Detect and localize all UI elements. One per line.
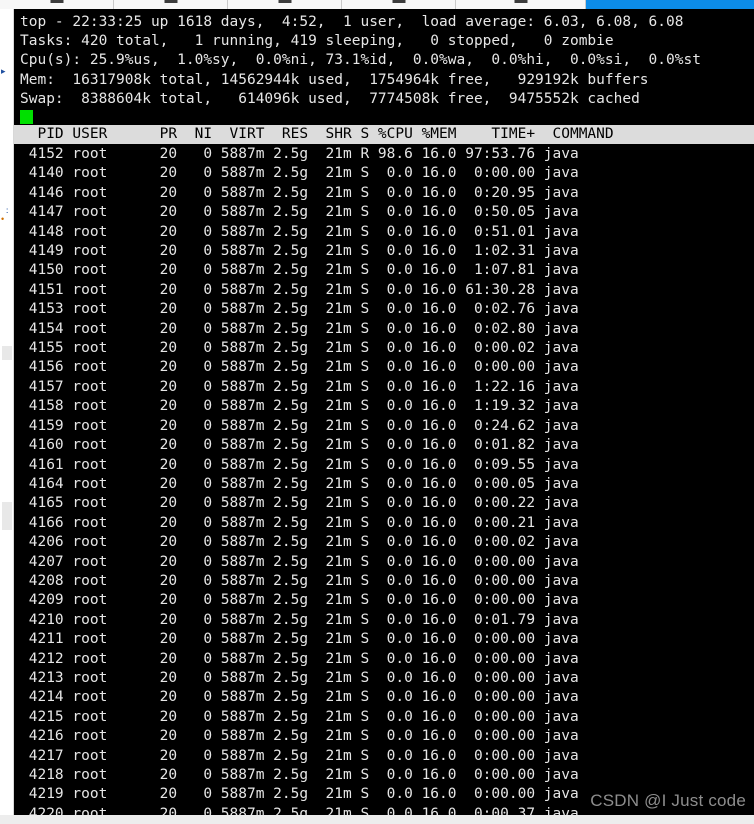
terminal-cursor (20, 110, 33, 125)
process-row[interactable]: 4158 root 20 0 5887m 2.5g 21m S 0.0 16.0… (14, 397, 754, 416)
tab-glyph-icon (392, 0, 405, 3)
process-row[interactable]: 4150 root 20 0 5887m 2.5g 21m S 0.0 16.0… (14, 261, 754, 280)
tab-glyph-icon (278, 0, 291, 3)
browser-tab-2[interactable] (114, 0, 228, 9)
page-background-bottom-strip (0, 815, 754, 824)
top-summary-area: top - 22:33:25 up 1618 days, 4:52, 1 use… (14, 9, 754, 109)
top-summary-line-cpu: Cpu(s): 25.9%us, 1.0%sy, 0.0%ni, 73.1%id… (20, 52, 701, 69)
process-row[interactable]: 4216 root 20 0 5887m 2.5g 21m S 0.0 16.0… (14, 727, 754, 746)
process-row[interactable]: 4149 root 20 0 5887m 2.5g 21m S 0.0 16.0… (14, 242, 754, 261)
process-row[interactable]: 4165 root 20 0 5887m 2.5g 21m S 0.0 16.0… (14, 494, 754, 513)
process-row[interactable]: 4210 root 20 0 5887m 2.5g 21m S 0.0 16.0… (14, 611, 754, 630)
bg-block (2, 346, 12, 360)
bg-fragment: ▸ (1, 66, 6, 76)
process-row[interactable]: 4140 root 20 0 5887m 2.5g 21m S 0.0 16.0… (14, 164, 754, 183)
browser-tab-3[interactable] (228, 0, 342, 9)
process-row[interactable]: 4166 root 20 0 5887m 2.5g 21m S 0.0 16.0… (14, 514, 754, 533)
process-row[interactable]: 4159 root 20 0 5887m 2.5g 21m S 0.0 16.0… (14, 417, 754, 436)
process-table-column-header: PID USER PR NI VIRT RES SHR S %CPU %MEM … (14, 125, 754, 145)
browser-tab-5[interactable] (456, 0, 586, 9)
process-row[interactable]: 4157 root 20 0 5887m 2.5g 21m S 0.0 16.0… (14, 378, 754, 397)
process-row[interactable]: 4148 root 20 0 5887m 2.5g 21m S 0.0 16.0… (14, 223, 754, 242)
csdn-watermark: CSDN @I Just code (590, 791, 746, 810)
top-summary-line-tasks: Tasks: 420 total, 1 running, 419 sleepin… (20, 33, 614, 50)
process-row[interactable]: 4164 root 20 0 5887m 2.5g 21m S 0.0 16.0… (14, 475, 754, 494)
process-row[interactable]: 4147 root 20 0 5887m 2.5g 21m S 0.0 16.0… (14, 203, 754, 222)
process-row[interactable]: 4152 root 20 0 5887m 2.5g 21m R 98.6 16.… (14, 145, 754, 164)
process-row[interactable]: 4212 root 20 0 5887m 2.5g 21m S 0.0 16.0… (14, 650, 754, 669)
screenshot-root: ▸ ∶ • top - 22:33:25 up 1618 days, 4:52,… (0, 0, 754, 824)
process-row[interactable]: 4154 root 20 0 5887m 2.5g 21m S 0.0 16.0… (14, 320, 754, 339)
bg-fragment: ∶ (6, 206, 9, 216)
tab-glyph-icon (514, 0, 527, 3)
browser-tab-active[interactable] (586, 0, 754, 9)
process-table-body[interactable]: 4152 root 20 0 5887m 2.5g 21m R 98.6 16.… (14, 145, 754, 815)
process-row[interactable]: 4156 root 20 0 5887m 2.5g 21m S 0.0 16.0… (14, 358, 754, 377)
process-row[interactable]: 4151 root 20 0 5887m 2.5g 21m S 0.0 16.0… (14, 281, 754, 300)
browser-tab-strip[interactable] (0, 0, 754, 9)
tab-glyph-icon (50, 0, 63, 3)
process-row[interactable]: 4207 root 20 0 5887m 2.5g 21m S 0.0 16.0… (14, 553, 754, 572)
process-row[interactable]: 4213 root 20 0 5887m 2.5g 21m S 0.0 16.0… (14, 669, 754, 688)
process-row[interactable]: 4209 root 20 0 5887m 2.5g 21m S 0.0 16.0… (14, 591, 754, 610)
process-row[interactable]: 4206 root 20 0 5887m 2.5g 21m S 0.0 16.0… (14, 533, 754, 552)
top-summary-line-swap: Swap: 8388604k total, 614096k used, 7774… (20, 90, 640, 107)
browser-tab-1[interactable] (0, 0, 114, 9)
process-row[interactable]: 4153 root 20 0 5887m 2.5g 21m S 0.0 16.0… (14, 300, 754, 319)
browser-tab-4[interactable] (342, 0, 456, 9)
process-row[interactable]: 4146 root 20 0 5887m 2.5g 21m S 0.0 16.0… (14, 184, 754, 203)
process-row[interactable]: 4161 root 20 0 5887m 2.5g 21m S 0.0 16.0… (14, 456, 754, 475)
top-summary-line-uptime: top - 22:33:25 up 1618 days, 4:52, 1 use… (20, 14, 684, 30)
terminal-window[interactable]: top - 22:33:25 up 1618 days, 4:52, 1 use… (14, 9, 754, 815)
page-background-left-strip: ▸ ∶ • (0, 9, 14, 815)
process-row[interactable]: 4211 root 20 0 5887m 2.5g 21m S 0.0 16.0… (14, 630, 754, 649)
bg-block (2, 502, 12, 530)
process-row[interactable]: 4215 root 20 0 5887m 2.5g 21m S 0.0 16.0… (14, 708, 754, 727)
process-row[interactable]: 4214 root 20 0 5887m 2.5g 21m S 0.0 16.0… (14, 688, 754, 707)
tab-glyph-icon (164, 0, 177, 3)
process-row[interactable]: 4160 root 20 0 5887m 2.5g 21m S 0.0 16.0… (14, 436, 754, 455)
process-row[interactable]: 4155 root 20 0 5887m 2.5g 21m S 0.0 16.0… (14, 339, 754, 358)
process-row[interactable]: 4218 root 20 0 5887m 2.5g 21m S 0.0 16.0… (14, 766, 754, 785)
process-row[interactable]: 4208 root 20 0 5887m 2.5g 21m S 0.0 16.0… (14, 572, 754, 591)
process-row[interactable]: 4217 root 20 0 5887m 2.5g 21m S 0.0 16.0… (14, 747, 754, 766)
bg-fragment: • (1, 214, 5, 224)
top-summary-line-mem: Mem: 16317908k total, 14562944k used, 17… (20, 71, 649, 88)
